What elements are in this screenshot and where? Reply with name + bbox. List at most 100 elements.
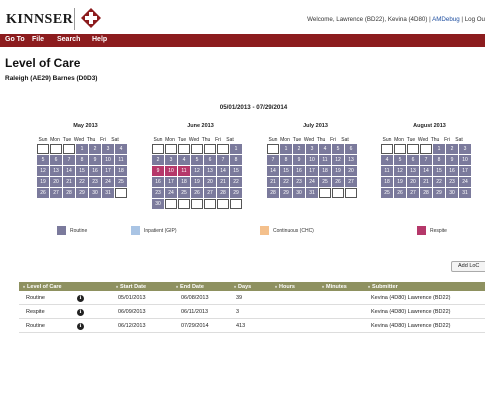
calendar-day[interactable]: 29: [76, 188, 88, 198]
calendar-day[interactable]: 8: [433, 155, 445, 165]
calendar-day[interactable]: 10: [306, 155, 318, 165]
calendar-day[interactable]: 5: [37, 155, 49, 165]
calendar-day[interactable]: 11: [178, 166, 190, 176]
calendar-day[interactable]: 2: [446, 144, 458, 154]
calendar-day[interactable]: 2: [293, 144, 305, 154]
calendar-day[interactable]: 22: [433, 177, 445, 187]
calendar-day[interactable]: 7: [217, 155, 229, 165]
calendar-day[interactable]: 27: [204, 188, 216, 198]
calendar-day[interactable]: 6: [204, 155, 216, 165]
calendar-day[interactable]: 1: [433, 144, 445, 154]
calendar-day[interactable]: 11: [115, 155, 127, 165]
calendar-day[interactable]: 28: [420, 188, 432, 198]
calendar-day[interactable]: 17: [165, 177, 177, 187]
col-level-of-care[interactable]: ♦ Level of Care: [23, 284, 62, 290]
calendar-day[interactable]: 30: [446, 188, 458, 198]
calendar-day[interactable]: 5: [191, 155, 203, 165]
calendar-day[interactable]: 30: [89, 188, 101, 198]
calendar-day[interactable]: 7: [63, 155, 75, 165]
calendar-day[interactable]: 15: [230, 166, 242, 176]
calendar-day[interactable]: 17: [306, 166, 318, 176]
calendar-day[interactable]: 7: [267, 155, 279, 165]
calendar-day[interactable]: 22: [76, 177, 88, 187]
calendar-day[interactable]: 30: [152, 199, 164, 209]
calendar-day[interactable]: 19: [394, 177, 406, 187]
calendar-day[interactable]: 12: [394, 166, 406, 176]
calendar-day[interactable]: 2: [152, 155, 164, 165]
calendar-day[interactable]: 1: [230, 144, 242, 154]
calendar-day[interactable]: 22: [230, 177, 242, 187]
calendar-day[interactable]: 25: [115, 177, 127, 187]
calendar-day[interactable]: 29: [230, 188, 242, 198]
calendar-day[interactable]: 10: [165, 166, 177, 176]
calendar-day[interactable]: 3: [165, 155, 177, 165]
calendar-day[interactable]: 23: [446, 177, 458, 187]
calendar-day[interactable]: 29: [433, 188, 445, 198]
add-loc-button[interactable]: Add LoC: [451, 261, 485, 272]
calendar-day[interactable]: 1: [280, 144, 292, 154]
calendar-day[interactable]: 17: [459, 166, 471, 176]
logout-link[interactable]: | Log Ou: [461, 16, 485, 23]
amdebug-link[interactable]: AMDebug: [432, 16, 460, 23]
calendar-day[interactable]: 9: [446, 155, 458, 165]
calendar-day[interactable]: 14: [217, 166, 229, 176]
calendar-day[interactable]: 17: [102, 166, 114, 176]
calendar-day[interactable]: 4: [319, 144, 331, 154]
calendar-day[interactable]: 31: [459, 188, 471, 198]
calendar-day[interactable]: 19: [332, 166, 344, 176]
col-hours[interactable]: ♦ Hours: [275, 284, 295, 290]
calendar-day[interactable]: 18: [381, 177, 393, 187]
calendar-day[interactable]: 23: [293, 177, 305, 187]
calendar-day[interactable]: 16: [89, 166, 101, 176]
calendar-day[interactable]: 7: [420, 155, 432, 165]
calendar-day[interactable]: 20: [345, 166, 357, 176]
col-minutes[interactable]: ♦ Minutes: [322, 284, 347, 290]
calendar-day[interactable]: 9: [293, 155, 305, 165]
calendar-day[interactable]: 1: [76, 144, 88, 154]
calendar-day[interactable]: 28: [217, 188, 229, 198]
calendar-day[interactable]: 9: [152, 166, 164, 176]
calendar-day[interactable]: 14: [420, 166, 432, 176]
menu-file[interactable]: File: [32, 36, 44, 43]
col-days[interactable]: ♦ Days: [234, 284, 251, 290]
calendar-day[interactable]: 30: [293, 188, 305, 198]
calendar-day[interactable]: 4: [381, 155, 393, 165]
calendar-day[interactable]: 12: [191, 166, 203, 176]
calendar-day[interactable]: 20: [204, 177, 216, 187]
calendar-day[interactable]: 21: [217, 177, 229, 187]
calendar-day[interactable]: 13: [407, 166, 419, 176]
calendar-day[interactable]: 22: [280, 177, 292, 187]
calendar-day[interactable]: 12: [37, 166, 49, 176]
calendar-day[interactable]: 28: [63, 188, 75, 198]
menu-help[interactable]: Help: [92, 36, 107, 43]
calendar-day[interactable]: 15: [76, 166, 88, 176]
calendar-day[interactable]: 27: [50, 188, 62, 198]
menu-search[interactable]: Search: [57, 36, 80, 43]
calendar-day[interactable]: 24: [102, 177, 114, 187]
calendar-day[interactable]: 27: [407, 188, 419, 198]
table-row[interactable]: Routine i 06/12/2013 07/29/2014 413 Kevi…: [19, 320, 485, 333]
calendar-day[interactable]: 26: [191, 188, 203, 198]
calendar-day[interactable]: 6: [50, 155, 62, 165]
calendar-day[interactable]: 29: [280, 188, 292, 198]
calendar-day[interactable]: 15: [433, 166, 445, 176]
calendar-day[interactable]: 23: [152, 188, 164, 198]
calendar-day[interactable]: 12: [332, 155, 344, 165]
calendar-day[interactable]: 14: [267, 166, 279, 176]
calendar-day[interactable]: 21: [267, 177, 279, 187]
menu-go-to[interactable]: Go To: [5, 36, 25, 43]
table-row[interactable]: Routine i 05/01/2013 06/08/2013 39 Kevin…: [19, 292, 485, 305]
calendar-day[interactable]: 19: [191, 177, 203, 187]
calendar-day[interactable]: 13: [50, 166, 62, 176]
calendar-day[interactable]: 11: [381, 166, 393, 176]
table-row[interactable]: Respite i 06/09/2013 06/11/2013 3 Kevina…: [19, 306, 485, 319]
calendar-day[interactable]: 2: [89, 144, 101, 154]
calendar-day[interactable]: 5: [332, 144, 344, 154]
col-start-date[interactable]: ♦ Start Date: [116, 284, 146, 290]
calendar-day[interactable]: 15: [280, 166, 292, 176]
calendar-day[interactable]: 28: [267, 188, 279, 198]
calendar-day[interactable]: 14: [63, 166, 75, 176]
calendar-day[interactable]: 27: [345, 177, 357, 187]
calendar-day[interactable]: 8: [230, 155, 242, 165]
calendar-day[interactable]: 20: [407, 177, 419, 187]
